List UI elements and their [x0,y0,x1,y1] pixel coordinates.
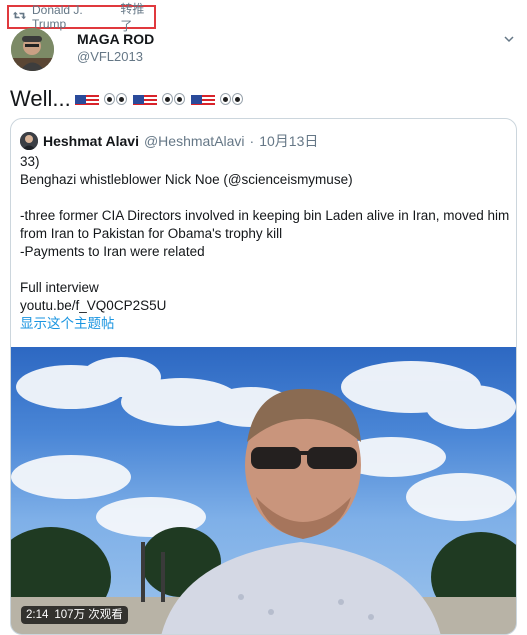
retweet-icon [13,10,26,24]
quoted-tweet-header: Heshmat Alavi @HeshmatAlavi · 10月13日 [20,131,318,151]
eyes-icon [161,91,187,107]
eyes-icon [219,91,245,107]
us-flag-icon [190,91,215,107]
quoted-date[interactable]: 10月13日 [259,131,318,151]
quoted-line: -three former CIA Directors involved in … [20,208,510,223]
quoted-display-name[interactable]: Heshmat Alavi [43,133,139,149]
quoted-tweet-body: 33) Benghazi whistleblower Nick Noe (@sc… [20,153,510,333]
retweeter-name[interactable]: Donald J. Trump [32,3,114,31]
quoted-link[interactable]: youtu.be/f_VQ0CP2S5U [20,297,510,315]
video-views: 107万 次观看 [54,609,123,621]
quoted-line: Benghazi whistleblower Nick Noe (@scienc… [20,172,353,187]
video-player[interactable]: 2:14 107万 次观看 [11,347,516,634]
display-name[interactable]: MAGA ROD [77,31,154,47]
quoted-line: -Payments to Iran were related [20,244,205,259]
show-thread-link[interactable]: 显示这个主题帖 [20,315,510,333]
quoted-line: 33) [20,154,40,169]
us-flag-icon [74,91,99,107]
retweet-indicator[interactable]: Donald J. Trump 转推了 [7,2,156,33]
quoted-avatar[interactable] [20,132,38,150]
quoted-handle[interactable]: @HeshmatAlavi [144,133,245,149]
us-flag-icon [132,91,157,107]
video-duration: 2:14 [26,609,49,621]
quoted-line: Full interview [20,280,99,295]
eyes-icon [103,91,129,107]
video-badge: 2:14 107万 次观看 [21,606,128,624]
quoted-line: from Iran to Pakistan for Obama's trophy… [20,226,283,241]
separator-dot: · [249,133,255,149]
video-thumbnail [11,357,516,634]
chevron-down-icon[interactable] [502,32,516,46]
quoted-tweet-card[interactable]: Heshmat Alavi @HeshmatAlavi · 10月13日 33)… [10,118,517,635]
tweet-text: Well... [10,86,245,112]
tweet-header: MAGA ROD @VFL2013 [11,28,516,72]
avatar[interactable] [11,28,54,71]
tweet-text-content: Well... [10,86,71,111]
handle[interactable]: @VFL2013 [77,49,143,64]
